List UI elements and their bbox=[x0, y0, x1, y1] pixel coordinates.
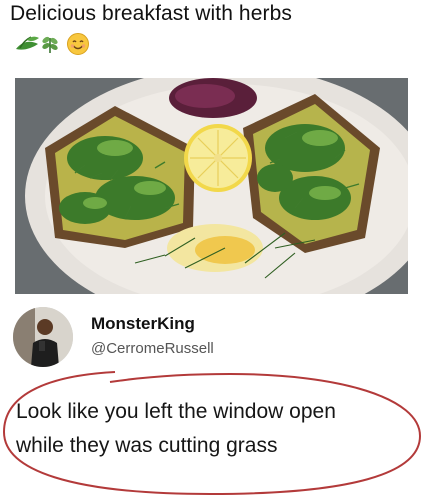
herb-icon bbox=[42, 36, 58, 53]
herb-icon bbox=[16, 36, 39, 50]
reply-text-line-2: while they was cutting grass bbox=[16, 434, 278, 457]
smiling-face-icon bbox=[67, 33, 89, 55]
emoji-row bbox=[14, 32, 104, 56]
avatar[interactable] bbox=[13, 307, 73, 367]
user-handle[interactable]: @CerromeRussell bbox=[91, 340, 214, 357]
reply-text-line-1: Look like you left the window open bbox=[16, 400, 336, 423]
display-name[interactable]: MonsterKing bbox=[91, 314, 195, 334]
breakfast-photo bbox=[15, 78, 408, 294]
post-title: Delicious breakfast with herbs bbox=[10, 2, 292, 25]
